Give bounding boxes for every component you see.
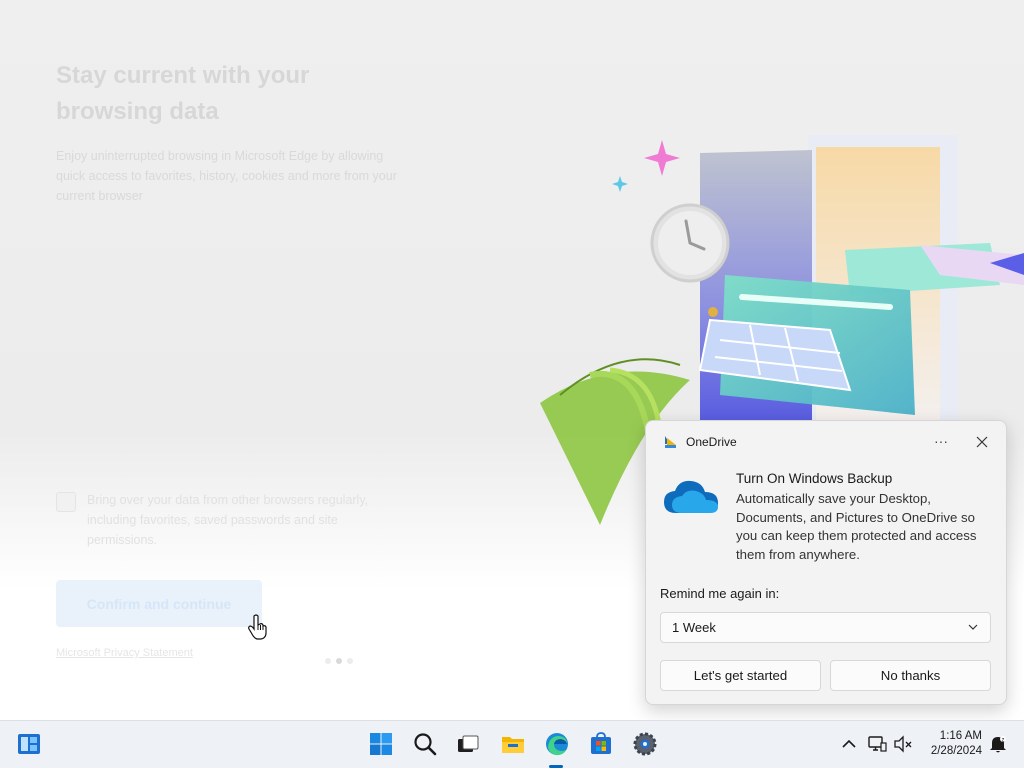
hand-cursor-icon [248, 614, 267, 640]
volume-muted-icon[interactable] [893, 734, 913, 754]
confirm-and-continue-button[interactable]: Confirm and continue [56, 580, 262, 627]
search-icon[interactable] [412, 731, 438, 757]
taskbar-date: 2/28/2024 [930, 745, 982, 757]
svg-text:z: z [1002, 738, 1005, 744]
remind-dropdown[interactable]: 1 Week [660, 612, 991, 643]
taskbar-clock[interactable]: 1:16 AM 2/28/2024 [920, 729, 982, 759]
remind-selected-value: 1 Week [672, 620, 716, 635]
taskbar-time: 1:16 AM [939, 730, 982, 742]
store-icon[interactable] [588, 731, 614, 757]
chevron-down-icon [968, 624, 978, 630]
lets-get-started-button[interactable]: Let's get started [660, 660, 821, 691]
onedrive-small-icon [665, 436, 676, 448]
more-options-icon[interactable]: ··· [928, 431, 954, 453]
task-view-icon[interactable] [455, 731, 481, 757]
toast-app-name: OneDrive [686, 435, 737, 449]
import-data-label: Bring over your data from other browsers… [87, 493, 369, 547]
toast-body: Automatically save your Desktop, Documen… [736, 491, 977, 562]
network-icon[interactable] [867, 734, 887, 754]
onedrive-toast: OneDrive ··· Turn On Windows Backup Auto… [645, 420, 1007, 705]
page-indicator [325, 651, 358, 669]
close-icon[interactable] [969, 431, 995, 453]
chevron-up-icon[interactable] [840, 735, 858, 753]
import-data-checkbox[interactable] [56, 492, 76, 512]
notification-icon[interactable]: z [988, 734, 1008, 754]
widgets-icon[interactable] [16, 731, 42, 757]
edge-icon[interactable] [544, 731, 570, 757]
start-icon[interactable] [368, 731, 394, 757]
remind-label: Remind me again in: [660, 586, 780, 601]
privacy-statement-link[interactable]: Microsoft Privacy Statement [56, 647, 193, 659]
settings-icon[interactable] [632, 731, 658, 757]
toast-header: OneDrive [662, 433, 737, 451]
taskbar: 1:16 AM 2/28/2024 z [0, 720, 1024, 768]
edge-setup-description: Enjoy uninterrupted browsing in Microsof… [56, 149, 397, 203]
toast-title: Turn On Windows Backup [736, 471, 893, 486]
edge-setup-title: Stay current with your browsing data [56, 62, 310, 125]
onedrive-cloud-icon [664, 480, 718, 513]
no-thanks-button[interactable]: No thanks [830, 660, 991, 691]
file-explorer-icon[interactable] [500, 731, 526, 757]
